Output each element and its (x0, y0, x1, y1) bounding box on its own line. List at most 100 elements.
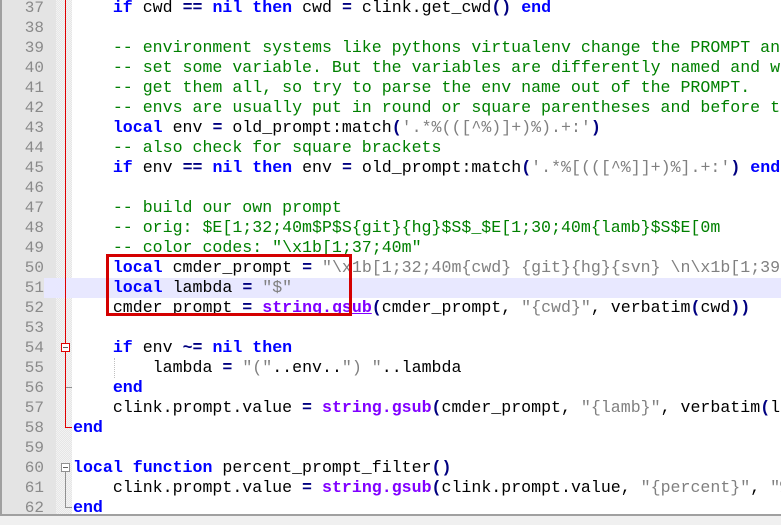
keyword: local (112, 118, 163, 137)
operator: = (341, 158, 352, 177)
code-text[interactable]: end (73, 378, 143, 398)
line-number: 59 (24, 439, 44, 457)
code-line-38[interactable]: 38 (2, 18, 781, 38)
line-number: 56 (24, 379, 44, 397)
code-text[interactable]: -- environment systems like pythons virt… (73, 38, 781, 58)
code-text[interactable]: local cmder_prompt = "\x1b[1;32;40m{cwd}… (73, 258, 781, 278)
identifier-text: lambda (152, 358, 223, 377)
code-line-48[interactable]: 48 -- orig: $E[1;32;40m$P$S{git}{hg}$S$_… (2, 218, 781, 238)
keyword: end (112, 378, 143, 397)
identifier-text: lambda (162, 278, 243, 297)
identifier-text (242, 338, 252, 357)
code-line-57[interactable]: 57 clink.prompt.value = string.gsub(cmde… (2, 398, 781, 418)
code-text[interactable]: local env = old_prompt:match('.*%(([^%)]… (73, 118, 601, 138)
string-literal: ") " (341, 358, 382, 377)
keyword: if (112, 158, 133, 177)
code-line-60[interactable]: 60 local function percent_prompt_filter() (2, 458, 781, 478)
code-text[interactable]: end (73, 498, 103, 514)
keyword: then (252, 0, 293, 17)
code-text[interactable]: if cwd == nil then cwd = clink.get_cwd()… (73, 0, 551, 18)
code-text[interactable]: end (73, 418, 103, 438)
line-number: 58 (24, 419, 44, 437)
code-line-53[interactable]: 53 (2, 318, 781, 338)
bracket: ) (730, 158, 741, 177)
code-line-55[interactable]: 55 lambda = "("..env..") "..lambda (2, 358, 781, 378)
comment: -- environment systems like pythons virt… (112, 38, 781, 57)
identifier-text (312, 478, 322, 497)
identifier-text (202, 0, 212, 17)
fold-toggle-line-60[interactable] (61, 463, 70, 472)
bracket: ( (431, 398, 442, 417)
code-line-50[interactable]: 50 local cmder_prompt = "\x1b[1;32;40m{c… (2, 258, 781, 278)
fold-toggle-line-54[interactable] (61, 343, 70, 352)
code-text[interactable]: clink.prompt.value = string.gsub(cmder_p… (73, 398, 781, 418)
identifier-text (252, 298, 262, 317)
code-line-46[interactable]: 46 (2, 178, 781, 198)
keyword: then (252, 338, 293, 357)
code-line-49[interactable]: 49 -- color codes: "\x1b[1;37;40m" (2, 238, 781, 258)
code-text[interactable]: local lambda = "$" (73, 278, 292, 298)
horizontal-scrollbar[interactable] (0, 514, 781, 525)
line-number: 50 (24, 259, 44, 277)
code-text[interactable]: if env == nil then env = old_prompt:matc… (73, 158, 780, 178)
code-text[interactable]: clink.prompt.value = string.gsub(clink.p… (73, 478, 781, 498)
code-line-54[interactable]: 54 if env ~= nil then (2, 338, 781, 358)
operator: == (182, 158, 203, 177)
line-number: 38 (24, 19, 44, 37)
code-line-42[interactable]: 42 -- envs are usually put in round or s… (2, 98, 781, 118)
string-literal: "{percent}" (640, 478, 751, 497)
code-line-40[interactable]: 40 -- set some variable. But the variabl… (2, 58, 781, 78)
identifier-text: env (132, 338, 183, 357)
identifier-text (232, 358, 242, 377)
line-number: 44 (24, 139, 44, 157)
keyword: local (112, 278, 163, 297)
code-text[interactable]: if env ~= nil then (73, 338, 292, 358)
string-literal: '.*%(([^%)]+)%).+:' (401, 118, 591, 137)
code-text[interactable]: -- also check for square brackets (73, 138, 442, 158)
code-line-51[interactable]: 51 local lambda = "$" (2, 278, 781, 298)
code-line-44[interactable]: 44 -- also check for square brackets (2, 138, 781, 158)
code-line-41[interactable]: 41 -- get them all, so try to parse the … (2, 78, 781, 98)
code-line-62[interactable]: 62 end (2, 498, 781, 514)
bracket: () (491, 0, 512, 17)
code-text[interactable]: -- color codes: "\x1b[1;37;40m" (73, 238, 422, 258)
identifier-text: cmder_prompt (162, 258, 303, 277)
code-line-37[interactable]: 37 if cwd == nil then cwd = clink.get_cw… (2, 0, 781, 18)
identifier-text: env (162, 118, 213, 137)
code-line-52[interactable]: 52 cmder_prompt = string.gsub(cmder_prom… (2, 298, 781, 318)
indent-guide (114, 358, 115, 378)
code-line-39[interactable]: 39 -- environment systems like pythons v… (2, 38, 781, 58)
code-text[interactable]: -- envs are usually put in round or squa… (73, 98, 781, 118)
code-line-47[interactable]: 47 -- build our own prompt (2, 198, 781, 218)
keyword: local (112, 258, 163, 277)
code-line-58[interactable]: 58 end (2, 418, 781, 438)
code-editor[interactable]: 37 if cwd == nil then cwd = clink.get_cw… (0, 0, 781, 514)
identifier-text (202, 158, 212, 177)
keyword: if (112, 0, 133, 17)
code-line-43[interactable]: 43 local env = old_prompt:match('.*%(([^… (2, 118, 781, 138)
line-number: 39 (24, 39, 44, 57)
line-number: 46 (24, 179, 44, 197)
keyword: nil (212, 158, 243, 177)
line-number: 53 (24, 319, 44, 337)
bracket: )) (730, 298, 751, 317)
code-text[interactable]: -- set some variable. But the variables … (73, 58, 781, 78)
code-line-61[interactable]: 61 clink.prompt.value = string.gsub(clin… (2, 478, 781, 498)
code-line-59[interactable]: 59 (2, 438, 781, 458)
code-line-56[interactable]: 56 end (2, 378, 781, 398)
code-text[interactable]: -- orig: $E[1;32;40m$P$S{git}{hg}$S$_$E[… (73, 218, 720, 238)
code-text[interactable]: local function percent_prompt_filter() (73, 458, 451, 478)
line-number: 49 (24, 239, 44, 257)
code-text[interactable]: -- build our own prompt (73, 198, 342, 218)
code-text[interactable]: lambda = "("..env..") "..lambda (73, 358, 462, 378)
code-text[interactable]: -- get them all, so try to parse the env… (73, 78, 750, 98)
code-line-45[interactable]: 45 if env == nil then env = old_prompt:m… (2, 158, 781, 178)
line-number: 37 (24, 0, 44, 17)
identifier-text: clink.get_cwd (351, 0, 492, 17)
code-text[interactable]: cmder_prompt = string.gsub(cmder_prompt,… (73, 298, 750, 318)
keyword: function (132, 458, 213, 477)
operator: = (341, 0, 352, 17)
